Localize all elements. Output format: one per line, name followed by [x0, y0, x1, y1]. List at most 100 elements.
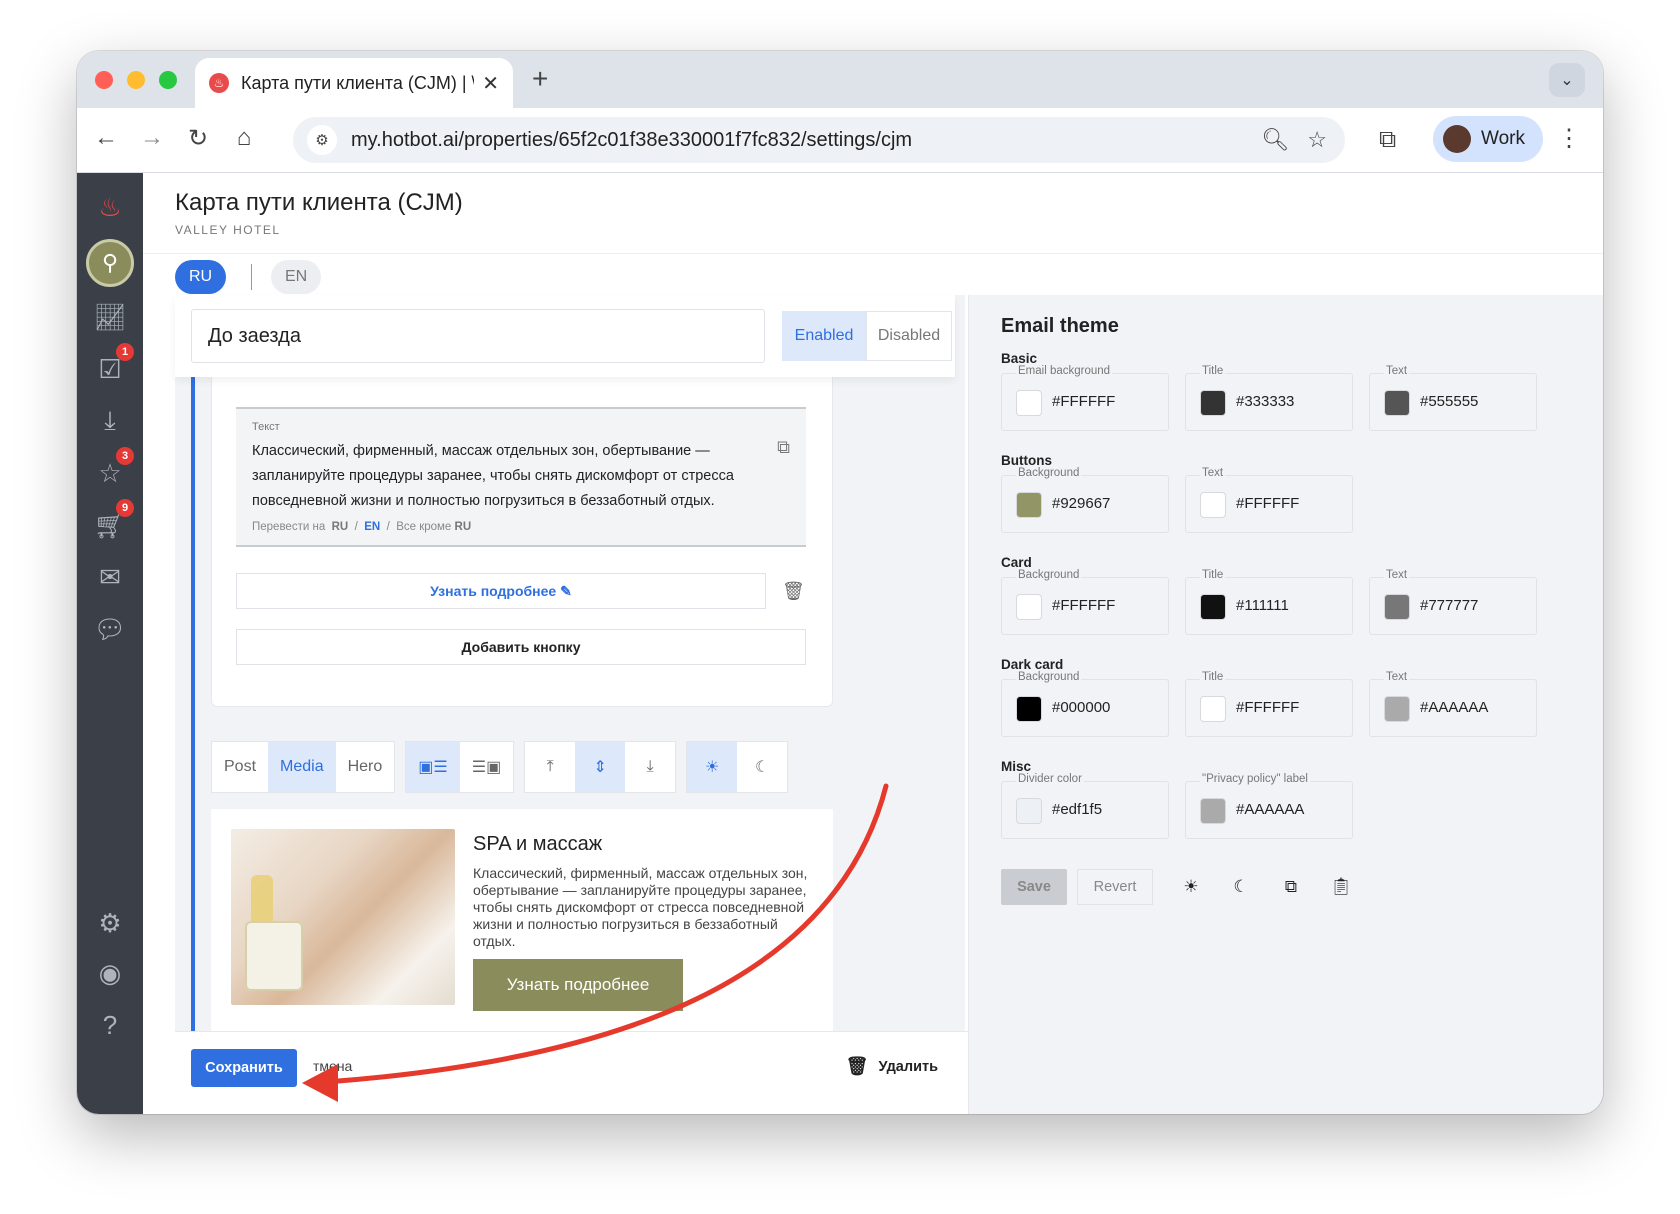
close-window-button[interactable]: [95, 71, 113, 89]
card-text-field[interactable]: Text #777777: [1369, 569, 1537, 635]
save-button[interactable]: Сохранить: [191, 1049, 297, 1087]
color-value[interactable]: #FFFFFF: [1236, 699, 1299, 716]
mail-icon[interactable]: ✉: [90, 557, 130, 597]
browser-tab[interactable]: ♨ Карта пути клиента (CJM) | \ ✕: [195, 58, 513, 108]
align-top-icon[interactable]: ⤒: [525, 742, 575, 792]
text-color-field[interactable]: Text #555555: [1369, 365, 1537, 431]
address-bar[interactable]: ⚙ my.hotbot.ai/properties/65f2c01f38e330…: [293, 117, 1345, 163]
tab-close-icon[interactable]: ✕: [482, 71, 499, 96]
home-icon[interactable]: ⌂: [229, 124, 259, 152]
color-value[interactable]: #FFFFFF: [1052, 597, 1115, 614]
layout-media-tab[interactable]: Media: [268, 742, 336, 792]
color-value[interactable]: #555555: [1420, 393, 1478, 410]
color-swatch[interactable]: [1200, 390, 1226, 416]
forward-arrow-icon[interactable]: →: [137, 124, 167, 152]
delete-stage-button[interactable]: 🗑︎ Удалить: [846, 1056, 938, 1077]
preview-cta-button[interactable]: Узнать подробнее: [473, 959, 683, 1011]
stage-name-input[interactable]: До заезда: [191, 309, 765, 363]
color-value[interactable]: #111111: [1236, 597, 1289, 614]
analytics-chart-icon[interactable]: 📈︎: [90, 297, 130, 337]
dark-card-background-field[interactable]: Background #000000: [1001, 671, 1169, 737]
email-background-field[interactable]: Email background #FFFFFF: [1001, 365, 1169, 431]
dark-mode-moon-icon[interactable]: ☾: [737, 742, 787, 792]
extensions-puzzle-icon[interactable]: ⧉: [1379, 126, 1396, 154]
light-theme-sun-icon[interactable]: ☀: [1173, 869, 1209, 905]
new-tab-button[interactable]: +: [532, 63, 548, 95]
color-value[interactable]: #AAAAAA: [1420, 699, 1488, 716]
color-swatch[interactable]: [1016, 492, 1042, 518]
inbox-download-icon[interactable]: ⤓: [90, 401, 130, 441]
layout-hero-tab[interactable]: Hero: [336, 742, 395, 792]
image-right-icon[interactable]: ☰▣: [460, 742, 513, 792]
button-text-field[interactable]: Text #FFFFFF: [1185, 467, 1353, 533]
image-left-icon[interactable]: ▣☰: [406, 742, 460, 792]
align-middle-icon[interactable]: ⇕: [575, 742, 626, 792]
privacy-label-color-field[interactable]: "Privacy policy" label #AAAAAA: [1185, 773, 1353, 839]
card-title-field[interactable]: Title #111111: [1185, 569, 1353, 635]
color-swatch[interactable]: [1016, 696, 1042, 722]
enabled-toggle[interactable]: Enabled: [782, 311, 866, 361]
card-background-field[interactable]: Background #FFFFFF: [1001, 569, 1169, 635]
color-swatch[interactable]: [1016, 798, 1042, 824]
back-arrow-icon[interactable]: ←: [91, 124, 121, 152]
color-swatch[interactable]: [1384, 696, 1410, 722]
color-value[interactable]: #333333: [1236, 393, 1294, 410]
translate-en-link[interactable]: EN: [364, 521, 380, 533]
layout-post-tab[interactable]: Post: [212, 742, 268, 792]
disabled-toggle[interactable]: Disabled: [866, 311, 952, 361]
help-question-icon[interactable]: ?: [90, 1005, 130, 1045]
bookmark-star-icon[interactable]: ☆: [1307, 127, 1327, 153]
settings-gear-icon[interactable]: ⚙: [90, 903, 130, 943]
browser-menu-icon[interactable]: ⋮: [1557, 124, 1581, 153]
user-account-icon[interactable]: ◉: [90, 953, 130, 993]
learn-more-button[interactable]: Узнать подробнее ✎: [236, 573, 766, 609]
dark-card-title-field[interactable]: Title #FFFFFF: [1185, 671, 1353, 737]
reload-icon[interactable]: ↻: [183, 124, 213, 153]
theme-save-button[interactable]: Save: [1001, 869, 1067, 905]
copy-icon[interactable]: ⧉: [1273, 869, 1309, 905]
color-swatch[interactable]: [1016, 594, 1042, 620]
title-color-field[interactable]: Title #333333: [1185, 365, 1353, 431]
color-value[interactable]: #edf1f5: [1052, 801, 1102, 818]
light-mode-sun-icon[interactable]: ☀: [687, 742, 738, 792]
color-value[interactable]: #000000: [1052, 699, 1110, 716]
url-text[interactable]: my.hotbot.ai/properties/65f2c01f38e33000…: [351, 129, 1261, 152]
text-field-value[interactable]: Классический, фирменный, массаж отдельны…: [252, 439, 752, 514]
cancel-link[interactable]: тмена: [313, 1058, 352, 1074]
color-swatch[interactable]: [1016, 390, 1042, 416]
lang-en-button[interactable]: EN: [271, 260, 322, 294]
color-value[interactable]: #FFFFFF: [1236, 495, 1299, 512]
translate-all-lang[interactable]: RU: [455, 521, 472, 533]
translate-icon[interactable]: ⧉: [777, 437, 790, 458]
paste-clipboard-icon[interactable]: 📋︎: [1323, 869, 1359, 905]
reviews-star-icon[interactable]: ☆ 3: [90, 447, 134, 493]
button-background-field[interactable]: Background #929667: [1001, 467, 1169, 533]
translate-ru-link[interactable]: RU: [332, 521, 349, 533]
color-value[interactable]: #AAAAAA: [1236, 801, 1304, 818]
tab-search-button[interactable]: ⌄: [1549, 63, 1585, 97]
color-value[interactable]: #929667: [1052, 495, 1110, 512]
tasks-check-icon[interactable]: ☑ 1: [90, 343, 134, 389]
translate-all-prefix[interactable]: Все кроме: [396, 521, 451, 533]
dark-card-text-field[interactable]: Text #AAAAAA: [1369, 671, 1537, 737]
color-swatch[interactable]: [1384, 594, 1410, 620]
color-swatch[interactable]: [1384, 390, 1410, 416]
text-field[interactable]: Текст Классический, фирменный, массаж от…: [236, 407, 806, 547]
divider-color-field[interactable]: Divider color #edf1f5: [1001, 773, 1169, 839]
profile-button[interactable]: Work: [1433, 116, 1543, 162]
color-value[interactable]: #777777: [1420, 597, 1478, 614]
align-bottom-icon[interactable]: ⤓: [625, 742, 675, 792]
theme-revert-button[interactable]: Revert: [1077, 869, 1153, 905]
cart-icon[interactable]: 🛒︎ 9: [90, 499, 134, 545]
cjm-journey-icon[interactable]: ⚲: [86, 239, 134, 287]
zoom-icon[interactable]: 🔍︎: [1261, 127, 1289, 153]
add-button-button[interactable]: Добавить кнопку: [236, 629, 806, 665]
color-value[interactable]: #FFFFFF: [1052, 393, 1115, 410]
color-swatch[interactable]: [1200, 492, 1226, 518]
color-swatch[interactable]: [1200, 696, 1226, 722]
minimize-window-button[interactable]: [127, 71, 145, 89]
lang-ru-button[interactable]: RU: [175, 260, 227, 294]
dark-theme-moon-icon[interactable]: ☾: [1223, 869, 1259, 905]
maximize-window-button[interactable]: [159, 71, 177, 89]
hotbot-logo-icon[interactable]: ♨: [90, 187, 130, 227]
